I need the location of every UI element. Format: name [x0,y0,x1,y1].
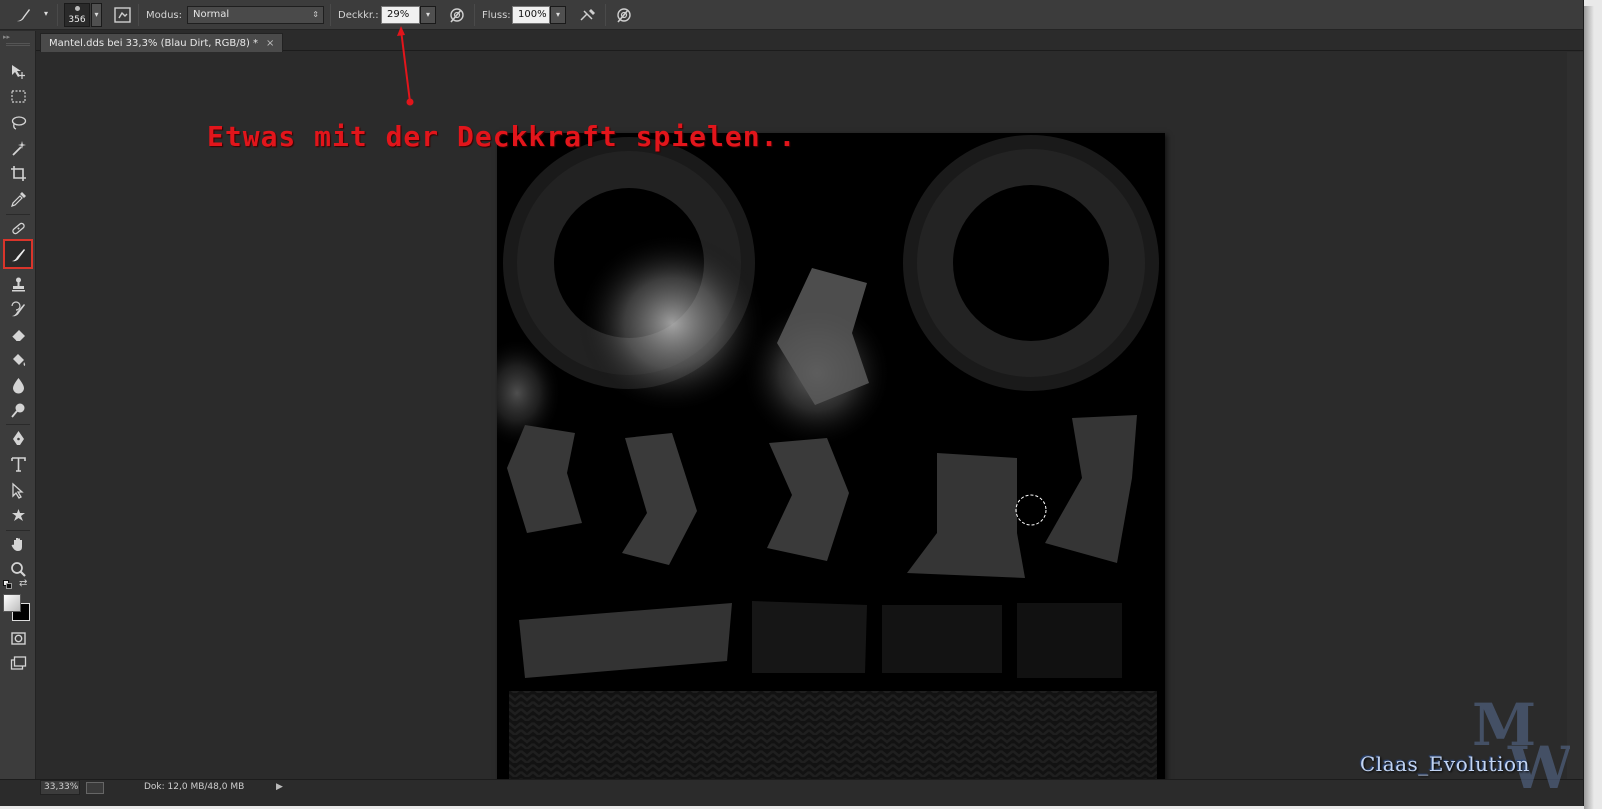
magic-wand-icon[interactable] [5,136,31,160]
canvas-workspace[interactable] [37,52,1583,801]
move-tool-icon[interactable] [5,59,31,83]
foreground-color-swatch[interactable] [3,594,21,612]
mode-label: Modus: [146,9,183,21]
options-bar: ▾ 356 ▾ Modus: Normal ⇕ Deckkr.: 29% ▾ F… [0,0,1583,30]
pen-icon[interactable] [5,426,31,450]
flow-input[interactable]: 100% [512,6,550,24]
document-tab-bar: Mantel.dds bei 33,3% (Blau Dirt, RGB/8) … [36,31,1583,52]
select-arrows-icon: ⇕ [312,10,319,19]
brush-size-dropdown[interactable]: ▾ [91,3,102,27]
quick-mask-icon[interactable] [5,626,31,650]
separator [474,4,475,26]
paint-bucket-icon[interactable] [5,347,31,371]
hand-icon[interactable] [5,532,31,556]
tool-separator [6,424,30,425]
lasso-icon[interactable] [5,110,31,134]
pressure-opacity-icon[interactable] [447,5,467,25]
flow-label: Fluss: [482,9,511,21]
brush-icon[interactable] [3,239,33,269]
history-brush-icon[interactable] [5,297,31,321]
close-tab-icon[interactable]: × [266,38,274,49]
clone-stamp-icon[interactable] [5,272,31,296]
panel-collapse-icon[interactable]: ▸▸ [3,33,33,41]
brush-tip-icon [75,6,80,11]
separator [330,4,331,26]
document-tab[interactable]: Mantel.dds bei 33,3% (Blau Dirt, RGB/8) … [40,33,284,52]
opacity-input[interactable]: 29% [381,6,420,24]
healing-brush-icon[interactable] [5,216,31,240]
annotation-text: Etwas mit der Deckkraft spielen.. [207,120,797,153]
default-colors-icon[interactable] [3,580,12,589]
brush-size-value: 356 [68,15,86,25]
opacity-label: Deckkr.: [338,9,379,21]
status-bar: 33,33% Dok: 12,0 MB/48,0 MB ▶ [0,779,1583,806]
opacity-dropdown[interactable]: ▾ [420,6,436,24]
blur-icon[interactable] [5,373,31,397]
screen-mode-icon[interactable] [5,651,31,675]
panel-grip[interactable] [6,43,30,46]
separator [138,4,139,26]
status-menu-arrow-icon[interactable]: ▶ [276,782,283,792]
type-icon[interactable] [5,452,31,476]
vertical-scrollbar[interactable] [1567,52,1583,779]
separator [57,4,58,26]
eraser-icon[interactable] [5,322,31,346]
path-selection-icon[interactable] [5,478,31,502]
pressure-size-icon[interactable] [614,5,634,25]
annotation-arrow-icon [397,26,414,106]
watermark-text: Claas_Evolution [1360,752,1530,776]
dodge-icon[interactable] [5,398,31,422]
brush-preset-icon[interactable] [14,5,34,25]
flow-dropdown[interactable]: ▾ [550,6,566,24]
mode-select[interactable]: Normal ⇕ [187,6,324,24]
swap-colors-icon[interactable]: ⇄ [19,578,27,589]
document-size: Dok: 12,0 MB/48,0 MB [144,782,245,792]
document-canvas[interactable] [497,133,1165,801]
status-info-icon[interactable] [86,782,104,794]
zoom-level[interactable]: 33,33% [40,780,80,795]
airbrush-icon[interactable] [578,5,598,25]
brush-preset-dropdown[interactable]: ▾ [40,6,52,24]
brush-panel-toggle-icon[interactable] [113,5,133,25]
rectangular-marquee-icon[interactable] [5,84,31,108]
eyedropper-icon[interactable] [5,187,31,211]
texture-image [497,135,1159,787]
tool-separator [6,530,30,531]
window-shadow [1584,6,1594,809]
photoshop-window: ▾ 356 ▾ Modus: Normal ⇕ Deckkr.: 29% ▾ F… [0,0,1584,806]
custom-shape-icon[interactable] [5,503,31,527]
crop-icon[interactable] [5,161,31,185]
tool-separator [6,214,30,215]
tools-panel: ▸▸ ⇄ [0,31,36,779]
brush-size-picker[interactable]: 356 [64,3,90,27]
tire-right [903,135,1159,391]
separator [605,4,606,26]
mode-value: Normal [193,9,230,20]
document-tab-title: Mantel.dds bei 33,3% (Blau Dirt, RGB/8) … [49,37,259,49]
